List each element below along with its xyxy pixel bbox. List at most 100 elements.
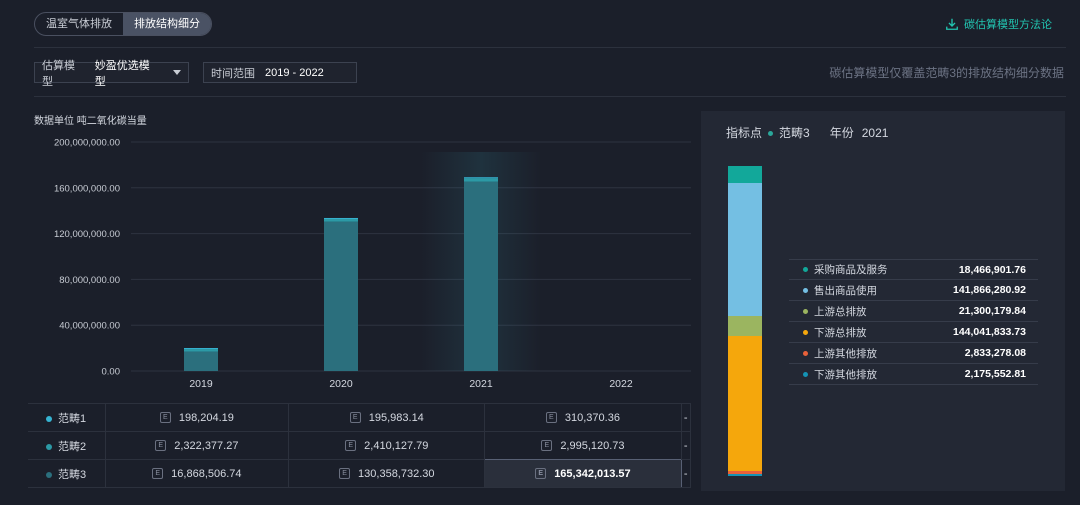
table-cell[interactable]: E 2,322,377.27 (105, 431, 290, 460)
emissions-table: 范畴1 E 198,204.19 E 195,983.14 E 310,370.36- 范畴2… (28, 403, 691, 488)
table-row: 范畴2 E 2,322,377.27 E 2,410,127.79 E 2,995,120.… (28, 431, 691, 460)
table-cell[interactable]: - (681, 431, 691, 460)
y-tick-label: 120,000,000.00 (54, 229, 120, 240)
row-label: 范畴3 (58, 468, 87, 481)
legend-name: 上游总排放 (814, 305, 867, 318)
table-cell[interactable]: E 2,410,127.79 (288, 431, 486, 460)
model-select-value: 妙盈优选模型 (94, 59, 150, 88)
stack-segment (728, 316, 762, 337)
y-tick-label: 80,000,000.00 (59, 275, 120, 286)
time-range-label: 时间范围 (211, 67, 255, 80)
bar-范畴3-2020 (324, 221, 358, 371)
table-cell[interactable]: - (681, 403, 691, 432)
table-cell[interactable]: E 130,358,732.30 (288, 459, 486, 488)
y-tick-label: 40,000,000.00 (59, 321, 120, 332)
series-dot (46, 471, 52, 478)
stack-segment (728, 183, 762, 317)
table-cell[interactable]: E 310,370.36 (484, 403, 682, 432)
legend-name: 上游其他排放 (814, 347, 877, 360)
stack-segment (728, 473, 762, 476)
cell-value: - (683, 439, 688, 452)
bar-范畴3-2021 (464, 181, 498, 371)
methodology-link[interactable]: 碳估算模型方法论 (945, 16, 1052, 32)
y-tick-label: 0.00 (102, 367, 121, 378)
x-tick-label: 2021 (469, 378, 493, 390)
coverage-notice: 碳估算模型仅覆盖范畴3的排放结构细分数据 (829, 66, 1064, 80)
estimate-badge: E (155, 440, 167, 452)
table-cell[interactable]: E 16,868,506.74 (105, 459, 290, 488)
legend-dot (803, 350, 808, 356)
estimate-badge: E (345, 440, 357, 452)
bar-范畴3-2019 (184, 351, 218, 371)
cell-value: 16,868,506.74 (171, 467, 242, 480)
bar-范畴1-2021 (464, 177, 498, 179)
estimate-badge: E (535, 468, 547, 480)
legend-name: 售出商品使用 (814, 284, 877, 297)
table-cell[interactable]: - (681, 459, 691, 488)
estimate-badge: E (152, 468, 164, 480)
legend-dot (803, 308, 808, 314)
caret-down-icon (173, 70, 181, 75)
stack-segment (728, 336, 762, 472)
legend-value: 18,466,901.76 (958, 263, 1026, 276)
estimate-badge: E (339, 468, 351, 480)
y-tick-label: 160,000,000.00 (54, 183, 120, 194)
y-tick-label: 200,000,000.00 (54, 138, 120, 149)
cell-value: 2,995,120.73 (560, 439, 625, 452)
x-tick-label: 2019 (189, 378, 213, 390)
table-cell[interactable]: E 2,995,120.73 (484, 431, 682, 460)
view-tabs: 温室气体排放 排放结构细分 (34, 12, 212, 36)
stack-segment (728, 166, 762, 184)
tab-emission-breakdown[interactable]: 排放结构细分 (123, 13, 211, 35)
legend-value: 21,300,179.84 (958, 305, 1026, 317)
legend-value: 2,833,278.08 (964, 347, 1026, 359)
bar-范畴2-2019 (184, 349, 218, 352)
row-header: 范畴2 (28, 431, 106, 460)
emissions-bar-chart: 0.00 40,000,000.00 80,000,000.00 120,000,00… (54, 138, 691, 390)
legend-name: 下游其他排放 (814, 368, 877, 381)
legend-dot (803, 371, 808, 377)
table-cell[interactable]: E 198,204.19 (105, 403, 290, 432)
legend-row: 下游其他排放 2,175,552.81 (789, 364, 1038, 385)
bar-范畴1-2019 (184, 348, 218, 350)
legend-row: 售出商品使用 141,866,280.92 (789, 280, 1038, 301)
year-label: 年份 (829, 126, 854, 140)
legend-dot (803, 287, 808, 293)
cell-value: 2,410,127.79 (364, 439, 429, 452)
estimate-badge: E (541, 440, 553, 452)
tab-ghg-emissions[interactable]: 温室气体排放 (35, 13, 123, 35)
cell-value: - (683, 411, 688, 424)
x-tick-label: 2022 (609, 378, 633, 390)
legend-dot (803, 267, 808, 272)
series-dot (46, 415, 52, 422)
cell-value: 310,370.36 (564, 411, 620, 424)
cell-value: 195,983.14 (368, 411, 424, 424)
cell-value: 198,204.19 (178, 411, 234, 424)
legend-dot (803, 329, 808, 335)
model-select[interactable]: 估算模型 妙盈优选模型 (34, 60, 189, 88)
legend-name: 下游总排放 (814, 326, 867, 339)
legend-row: 下游总排放 144,041,833.73 (789, 322, 1038, 343)
bar-范畴1-2020 (324, 217, 358, 219)
time-range-value: 2019 - 2022 (265, 66, 324, 79)
series-dot (46, 443, 52, 450)
table-cell[interactable]: E 195,983.14 (288, 403, 486, 432)
indicator-value: 范畴3 (779, 126, 810, 140)
estimate-badge: E (545, 412, 557, 424)
unit-label: 数据单位 吨二氧化碳当量 (34, 116, 147, 127)
divider (34, 96, 1066, 97)
year-value: 2021 (861, 125, 889, 140)
detail-header: 指标点 范畴3 年份 2021 (726, 124, 888, 141)
bar-范畴2-2021 (464, 178, 498, 182)
x-tick-label: 2020 (329, 378, 353, 390)
bar-范畴2-2020 (324, 218, 358, 222)
legend-row: 上游其他排放 2,833,278.08 (789, 343, 1038, 364)
time-range-field[interactable]: 时间范围 2019 - 2022 (203, 62, 357, 83)
table-cell[interactable]: E 165,342,013.57 (484, 459, 682, 488)
cell-value: - (683, 467, 688, 480)
divider (34, 47, 1066, 48)
row-header: 范畴1 (28, 403, 106, 432)
row-label: 范畴2 (58, 440, 87, 453)
stacked-breakdown-bar (728, 166, 762, 476)
legend-row: 采购商品及服务 18,466,901.76 (789, 259, 1038, 280)
